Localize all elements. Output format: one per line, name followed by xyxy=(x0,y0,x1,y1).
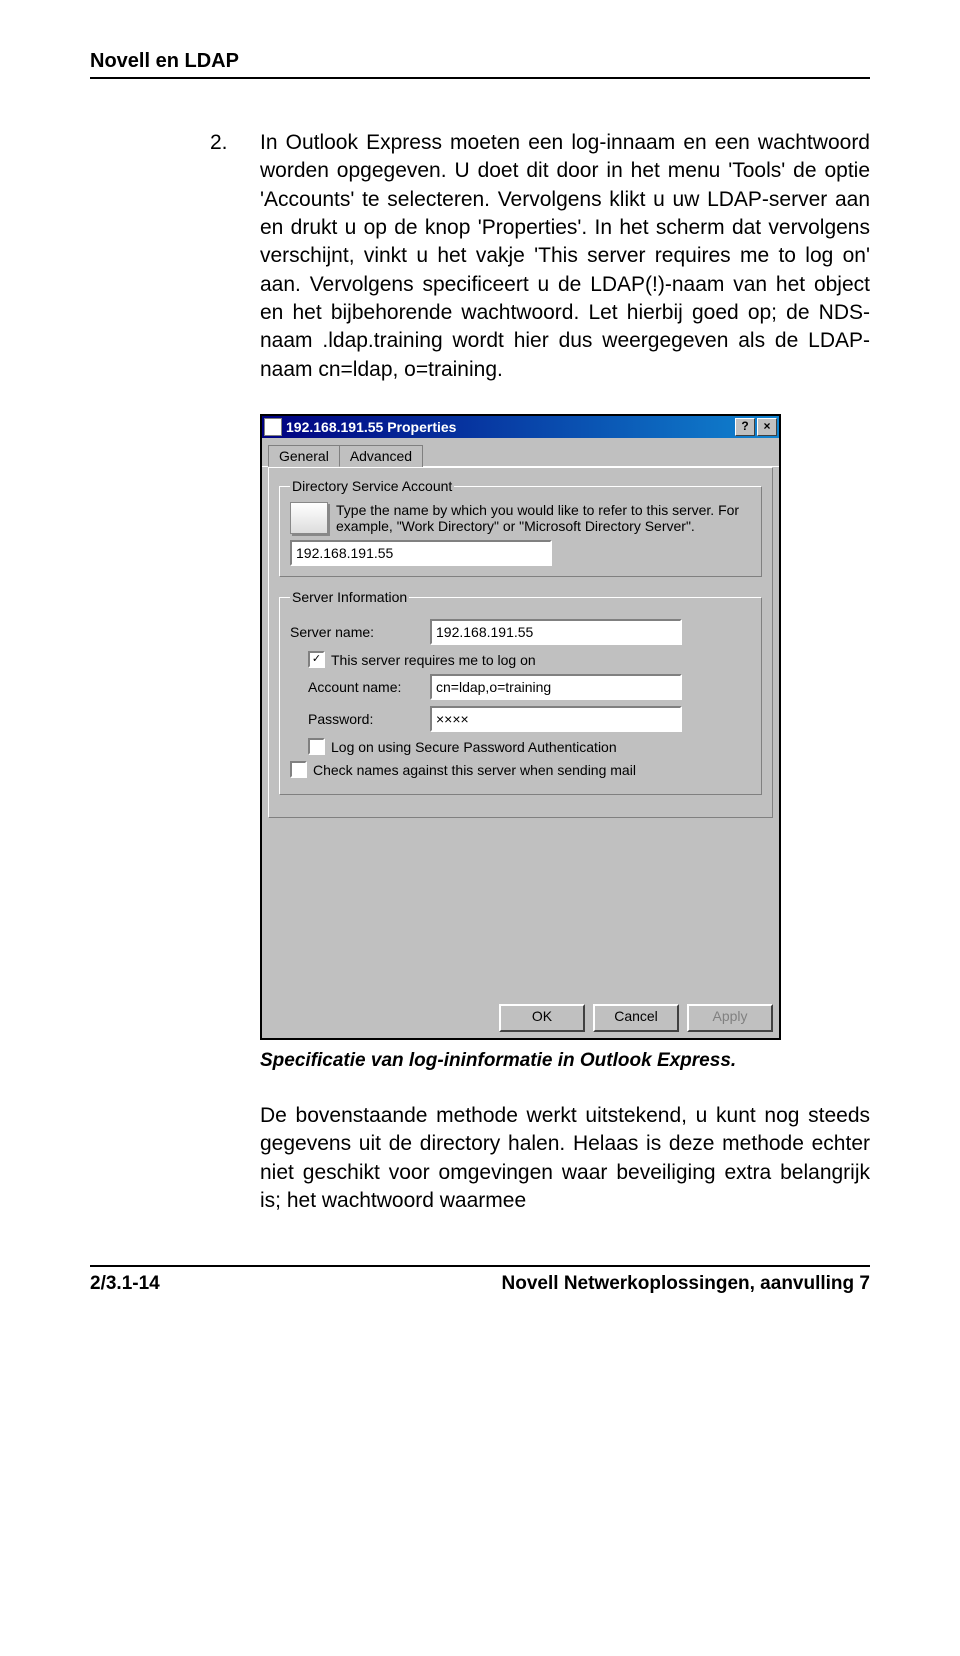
dialog-buttons: OK Cancel Apply xyxy=(262,998,779,1038)
tab-advanced[interactable]: Advanced xyxy=(339,445,423,467)
tabstrip: General Advanced xyxy=(262,438,779,467)
requires-logon-label: This server requires me to log on xyxy=(331,652,536,668)
step-text: In Outlook Express moeten een log-innaam… xyxy=(260,131,870,381)
spa-checkbox[interactable] xyxy=(308,738,325,755)
ok-button[interactable]: OK xyxy=(499,1004,585,1032)
tab-panel: Directory Service Account Type the name … xyxy=(268,467,773,818)
account-legend: Directory Service Account xyxy=(290,478,454,494)
running-head: Novell en LDAP xyxy=(90,50,870,73)
following-paragraph: De bovenstaande methode werkt uitstekend… xyxy=(260,1102,870,1215)
directory-service-account-group: Directory Service Account Type the name … xyxy=(279,478,762,577)
footer-rule xyxy=(90,1265,870,1267)
app-icon xyxy=(264,418,282,436)
account-name-label: Account name: xyxy=(290,679,430,695)
apply-button[interactable]: Apply xyxy=(687,1004,773,1032)
server-name-input[interactable] xyxy=(430,619,682,645)
dialog-title: 192.168.191.55 Properties xyxy=(286,419,733,435)
check-names-label: Check names against this server when sen… xyxy=(313,762,636,778)
logon-account-input[interactable] xyxy=(430,674,682,700)
server-info-legend: Server Information xyxy=(290,589,409,605)
spa-label: Log on using Secure Password Authenticat… xyxy=(331,739,617,755)
account-name-input[interactable] xyxy=(290,540,552,566)
close-button[interactable]: × xyxy=(757,418,777,436)
server-information-group: Server Information Server name: ✓ This s… xyxy=(279,589,762,795)
password-input[interactable] xyxy=(430,706,682,732)
footer-right: Novell Netwerkoplossingen, aanvulling 7 xyxy=(502,1273,870,1295)
step-number: 2. xyxy=(210,129,228,157)
properties-dialog: 192.168.191.55 Properties ? × General Ad… xyxy=(260,414,781,1040)
header-rule xyxy=(90,77,870,79)
address-book-icon xyxy=(290,502,328,534)
check-names-checkbox[interactable] xyxy=(290,761,307,778)
server-name-label: Server name: xyxy=(290,624,430,640)
help-button[interactable]: ? xyxy=(735,418,755,436)
footer: 2/3.1-14 Novell Netwerkoplossingen, aanv… xyxy=(90,1273,870,1295)
tab-general[interactable]: General xyxy=(268,445,340,467)
step-paragraph: 2. In Outlook Express moeten een log-inn… xyxy=(260,129,870,384)
account-hint: Type the name by which you would like to… xyxy=(336,502,751,534)
password-label: Password: xyxy=(290,711,430,727)
requires-logon-checkbox[interactable]: ✓ xyxy=(308,651,325,668)
cancel-button[interactable]: Cancel xyxy=(593,1004,679,1032)
figure-caption: Specificatie van log-ininformatie in Out… xyxy=(260,1050,870,1072)
titlebar: 192.168.191.55 Properties ? × xyxy=(262,416,779,438)
footer-left: 2/3.1-14 xyxy=(90,1273,160,1295)
